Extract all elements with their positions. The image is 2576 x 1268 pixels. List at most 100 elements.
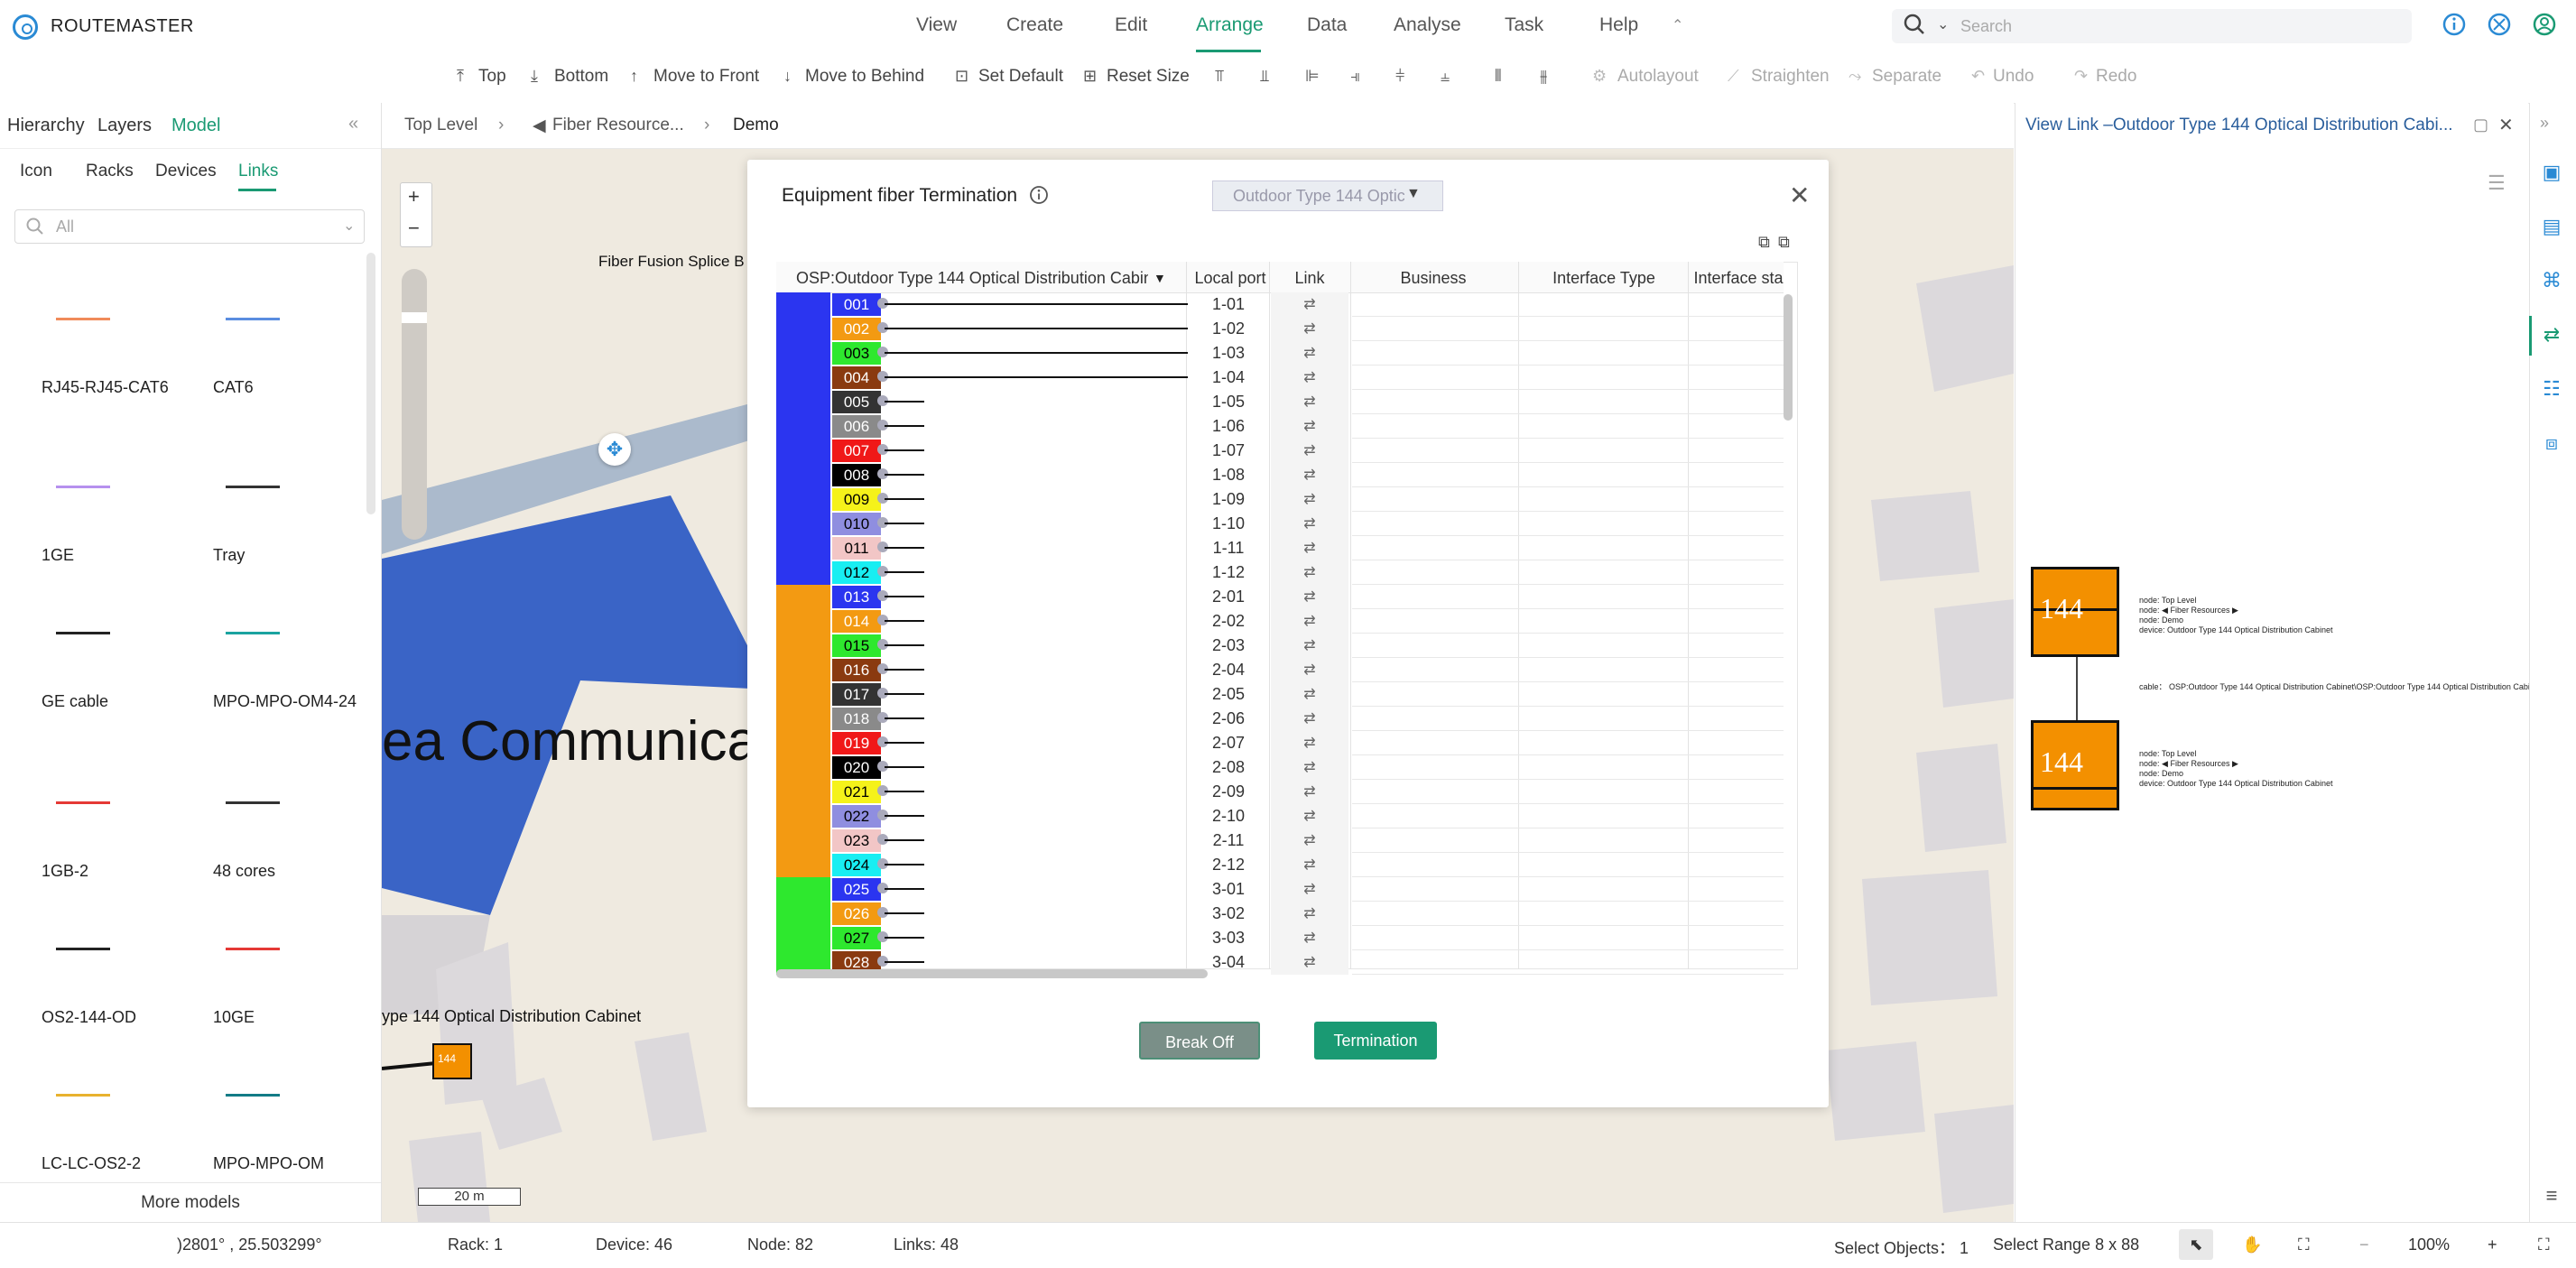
align-left-icon[interactable]: ⊫: [1305, 67, 1320, 86]
link-toggle-icon[interactable]: ⇄: [1271, 658, 1348, 682]
link-toggle-icon[interactable]: ⇄: [1271, 560, 1348, 585]
align-center-icon[interactable]: ⫩: [1395, 67, 1404, 86]
link-toggle-icon[interactable]: ⇄: [1271, 390, 1348, 414]
close-icon[interactable]: ✕: [2498, 114, 2514, 136]
fiber-number[interactable]: 018: [832, 708, 881, 730]
fiber-number[interactable]: 011: [832, 537, 881, 560]
link-toggle-icon[interactable]: ⇄: [1271, 926, 1348, 950]
model-label[interactable]: CAT6: [213, 377, 375, 397]
model-line-swatch[interactable]: [56, 486, 110, 488]
break-off-button[interactable]: Break Off: [1139, 1022, 1260, 1060]
breadcrumb-demo[interactable]: Demo: [733, 116, 779, 135]
link-toggle-icon[interactable]: ⇄: [1271, 877, 1348, 902]
top-button[interactable]: Top: [478, 67, 506, 87]
model-label[interactable]: MPO-MPO-OM4-24: [213, 691, 375, 711]
fit-screen-icon[interactable]: ⛶: [2298, 1236, 2310, 1254]
menu-data[interactable]: Data: [1307, 14, 1347, 36]
model-label[interactable]: Tray: [213, 545, 375, 565]
model-label[interactable]: 48 cores: [213, 861, 375, 881]
model-line-swatch[interactable]: [226, 1094, 280, 1097]
distribute-horizontal-icon[interactable]: ⫴: [1495, 67, 1502, 86]
copy-icon[interactable]: ⧉: [1778, 233, 1790, 252]
move-to-behind-button[interactable]: Move to Behind: [805, 67, 924, 87]
link-toggle-icon[interactable]: ⇄: [1271, 292, 1348, 317]
autolayout-button[interactable]: Autolayout: [1617, 67, 1699, 87]
link-toggle-icon[interactable]: ⇄: [1271, 463, 1348, 487]
link-toggle-icon[interactable]: ⇄: [1271, 341, 1348, 366]
link-toggle-icon[interactable]: ⇄: [1271, 804, 1348, 828]
fiber-number[interactable]: 020: [832, 756, 881, 779]
topology-icon[interactable]: ⌘: [2538, 267, 2565, 294]
bottom-button[interactable]: Bottom: [554, 67, 608, 87]
fiber-number[interactable]: 025: [832, 878, 881, 901]
fiber-number[interactable]: 006: [832, 415, 881, 438]
fiber-number[interactable]: 014: [832, 610, 881, 633]
link-toggle-icon[interactable]: ⇄: [1271, 853, 1348, 877]
menu-create[interactable]: Create: [1006, 14, 1063, 36]
link-toggle-icon[interactable]: ⇄: [1271, 439, 1348, 463]
model-label[interactable]: 10GE: [213, 1007, 375, 1027]
align-top-icon[interactable]: ⫪: [1215, 67, 1224, 86]
fiber-number[interactable]: 001: [832, 293, 881, 316]
model-label[interactable]: LC-LC-OS2-2: [42, 1153, 204, 1173]
fullscreen-icon[interactable]: ⛶: [2538, 1236, 2550, 1254]
link-toggle-icon[interactable]: ⇄: [1271, 487, 1348, 512]
straighten-button[interactable]: Straighten: [1751, 67, 1830, 87]
tab-hierarchy[interactable]: Hierarchy: [7, 116, 85, 136]
link-toggle-icon[interactable]: ⇄: [1271, 780, 1348, 804]
link-toggle-icon[interactable]: ⇄: [1271, 585, 1348, 609]
link-toggle-icon[interactable]: ⇄: [1271, 536, 1348, 560]
separate-button[interactable]: Separate: [1872, 67, 1941, 87]
link-toggle-icon[interactable]: ⇄: [1271, 609, 1348, 634]
fiber-number[interactable]: 017: [832, 683, 881, 706]
link-toggle-icon[interactable]: ⇄: [1271, 950, 1348, 975]
distribute-vertical-icon[interactable]: ⫵: [1540, 67, 1547, 86]
model-label[interactable]: 1GE: [42, 545, 204, 565]
set-default-button[interactable]: Set Default: [978, 67, 1063, 87]
menu-arrange[interactable]: Arrange: [1196, 14, 1264, 36]
expand-panel-icon[interactable]: »: [2540, 114, 2549, 133]
zoom-in-button[interactable]: +: [2488, 1236, 2497, 1254]
chevron-down-icon[interactable]: ▼: [1154, 264, 1166, 292]
termination-button[interactable]: Termination: [1314, 1022, 1437, 1060]
collapse-panel-icon[interactable]: «: [348, 114, 358, 134]
fiber-number[interactable]: 012: [832, 561, 881, 584]
menu-analyse[interactable]: Analyse: [1394, 14, 1461, 36]
zoom-out-button[interactable]: −: [408, 217, 420, 240]
breadcrumb-fiber[interactable]: Fiber Resource...: [552, 116, 684, 135]
fiber-number[interactable]: 013: [832, 586, 881, 608]
fiber-number[interactable]: 022: [832, 805, 881, 828]
menu-edit[interactable]: Edit: [1115, 14, 1147, 36]
model-label[interactable]: RJ45-RJ45-CAT6: [42, 377, 204, 397]
fiber-number[interactable]: 023: [832, 829, 881, 852]
zoom-slider[interactable]: [402, 269, 427, 540]
link-toggle-icon[interactable]: ⇄: [1271, 317, 1348, 341]
menu-task[interactable]: Task: [1505, 14, 1543, 36]
fiber-number[interactable]: 003: [832, 342, 881, 365]
properties-icon[interactable]: ▣: [2538, 159, 2565, 186]
link-toggle-icon[interactable]: ⇄: [1271, 414, 1348, 439]
breadcrumb-top-level[interactable]: Top Level: [404, 116, 477, 135]
model-line-swatch[interactable]: [56, 632, 110, 634]
link-toggle-icon[interactable]: ⇄: [1271, 512, 1348, 536]
cabinet-marker[interactable]: 144: [432, 1043, 472, 1079]
fiber-number[interactable]: 019: [832, 732, 881, 754]
user-icon[interactable]: [2531, 12, 2558, 39]
zoom-out-button[interactable]: −: [2359, 1236, 2369, 1254]
menu-icon[interactable]: ≡: [2538, 1182, 2565, 1209]
model-label[interactable]: GE cable: [42, 691, 204, 711]
menu-help[interactable]: Help: [1599, 14, 1638, 36]
link-toggle-icon[interactable]: ⇄: [1271, 707, 1348, 731]
fiber-number[interactable]: 004: [832, 366, 881, 389]
model-label[interactable]: 1GB-2: [42, 861, 204, 881]
model-line-swatch[interactable]: [56, 318, 110, 320]
align-middle-icon[interactable]: ⫨: [1441, 67, 1450, 86]
link-toggle-icon[interactable]: ⇄: [1271, 731, 1348, 755]
align-bottom-icon[interactable]: ⫫: [1260, 67, 1269, 86]
subtab-links[interactable]: Links: [238, 162, 278, 181]
model-line-swatch[interactable]: [226, 486, 280, 488]
model-line-swatch[interactable]: [56, 801, 110, 804]
undo-button[interactable]: Undo: [1993, 67, 2034, 87]
maximize-icon[interactable]: ▢: [2473, 116, 2488, 134]
fiber-number[interactable]: 026: [832, 902, 881, 925]
